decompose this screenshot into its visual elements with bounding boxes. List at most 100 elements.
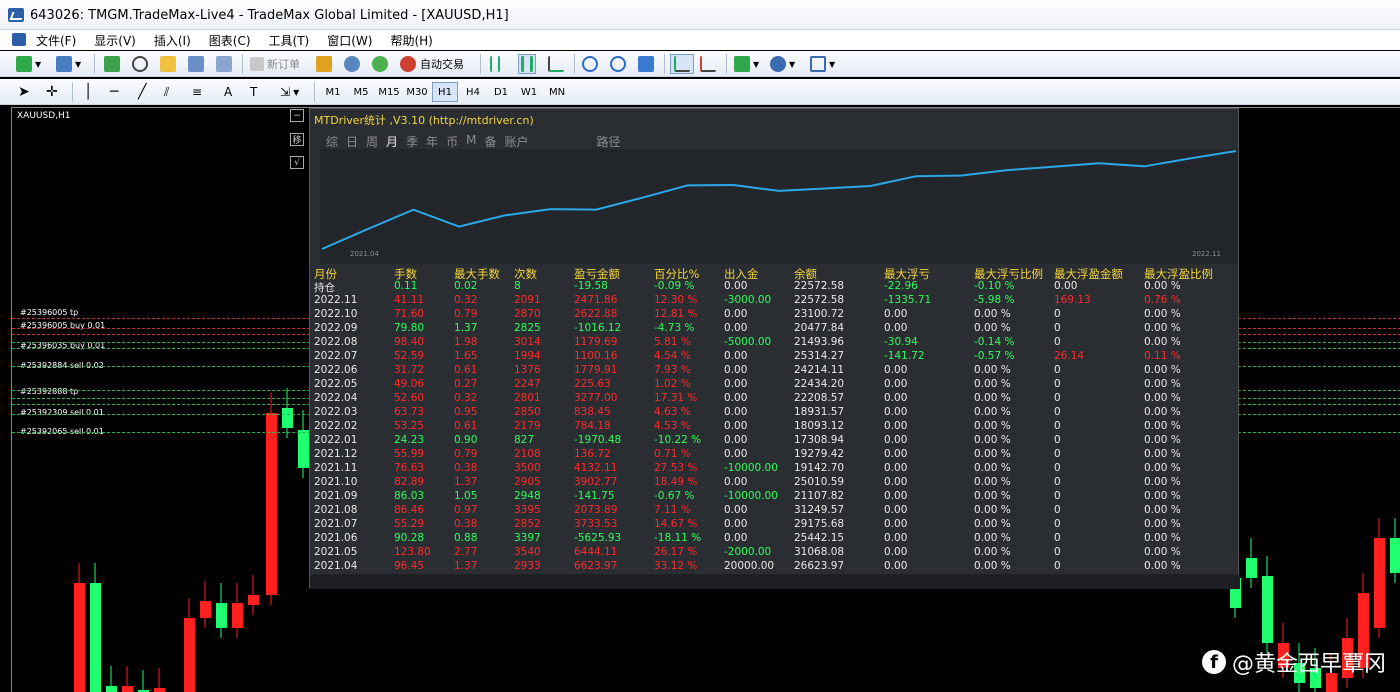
new-chart-button[interactable]: ▼ <box>16 54 41 74</box>
stats-tab[interactable]: 账户 <box>504 133 528 150</box>
timeframe-h1-button[interactable]: H1 <box>432 82 458 102</box>
menu-item[interactable]: 显示(V) <box>94 32 136 49</box>
timeframe-h4-button[interactable]: H4 <box>460 82 486 102</box>
vertical-line-icon: │ <box>84 84 93 100</box>
timeframe-m15-button[interactable]: M15 <box>376 82 402 102</box>
trendline-tool[interactable]: ╱ <box>138 82 146 102</box>
child-window-icon[interactable] <box>12 33 26 46</box>
menu-item[interactable]: 窗口(W) <box>327 32 372 49</box>
metaeditor-button[interactable] <box>316 54 332 74</box>
table-row: 2022.03 63.73 0.95 2850 838.45 4.63 % 0.00 1893… <box>314 406 1234 420</box>
cursor-tool[interactable]: ➤ <box>18 82 30 102</box>
table-cell: 0 <box>1054 322 1061 334</box>
stats-tab[interactable]: 季 <box>406 133 418 150</box>
table-cell: 2801 <box>514 392 541 404</box>
timeframe-m5-button[interactable]: M5 <box>348 82 374 102</box>
arrows-icon: ⇲ <box>280 85 291 99</box>
auto-trading-label: 自动交易 <box>420 58 464 71</box>
menu-item[interactable]: 工具(T) <box>269 32 310 49</box>
stats-tab[interactable]: 综 <box>326 133 338 150</box>
bar-chart-button[interactable] <box>490 54 500 74</box>
table-cell: 0.00 <box>724 476 748 488</box>
zoom-in-button[interactable] <box>582 54 598 74</box>
stats-tab[interactable]: 月 <box>386 133 398 150</box>
table-cell: 2022.10 <box>314 308 358 320</box>
timeframe-w1-button[interactable]: W1 <box>516 82 542 102</box>
table-cell: 0.00 <box>884 532 908 544</box>
timeframe-mn-button[interactable]: MN <box>544 82 570 102</box>
templates-button[interactable]: ▼ <box>810 54 835 74</box>
chart-shift-button[interactable] <box>700 54 716 74</box>
data-window-button[interactable] <box>132 54 148 74</box>
line-chart-button[interactable] <box>548 54 564 74</box>
tile-windows-button[interactable] <box>638 54 654 74</box>
community-button[interactable] <box>344 54 360 74</box>
stats-tab[interactable]: 备 <box>484 133 496 150</box>
stats-tab[interactable]: 周 <box>366 133 378 150</box>
candlestick-button[interactable] <box>518 54 536 74</box>
menu-item[interactable]: 帮助(H) <box>390 32 432 49</box>
stats-tab[interactable]: 路径 <box>597 133 621 150</box>
stats-tab[interactable]: M <box>466 133 476 150</box>
table-cell: 2022.09 <box>314 322 358 334</box>
line-chart-icon <box>548 56 564 72</box>
table-cell: 0.79 <box>454 448 478 460</box>
menu-item[interactable]: 图表(C) <box>209 32 251 49</box>
table-cell: 0.00 % <box>974 392 1011 404</box>
vertical-line-tool[interactable]: │ <box>84 82 92 102</box>
navigator-button[interactable] <box>160 54 176 74</box>
trade-label[interactable]: #25396005 tp <box>20 308 78 317</box>
trade-label[interactable]: #25392309 sell 0.01 <box>20 408 104 417</box>
auto-trading-button[interactable]: 自动交易 <box>400 54 464 74</box>
market-watch-button[interactable] <box>104 54 120 74</box>
timeframe-m1-button[interactable]: M1 <box>320 82 346 102</box>
menu-item[interactable]: 文件(F) <box>36 32 76 49</box>
timeframe-m30-button[interactable]: M30 <box>404 82 430 102</box>
periods-button[interactable]: ▼ <box>770 54 795 74</box>
table-cell: 0.79 <box>454 308 478 320</box>
crosshair-tool[interactable]: ✛ <box>46 82 58 102</box>
confirm-panel-button[interactable]: √ <box>290 156 304 169</box>
zoom-out-button[interactable] <box>610 54 626 74</box>
table-cell: 123.80 <box>394 546 431 558</box>
new-order-button[interactable]: 新订单 <box>250 54 300 74</box>
table-row: 2021.12 55.99 0.79 2108 136.72 0.71 % 0.00 1927… <box>314 448 1234 462</box>
timeframe-d1-button[interactable]: D1 <box>488 82 514 102</box>
table-cell: -0.67 % <box>654 490 695 502</box>
table-cell: 2022.11 <box>314 294 358 306</box>
table-cell: 98.40 <box>394 336 425 348</box>
table-cell: 1.65 <box>454 350 478 362</box>
horizontal-line-tool[interactable]: ─ <box>110 82 118 102</box>
arrows-tool[interactable]: ⇲ ▼ <box>280 82 299 102</box>
equidistant-channel-tool[interactable]: ⫽ <box>164 82 169 102</box>
text-label-tool[interactable]: T <box>250 82 257 102</box>
candle-body <box>90 583 101 692</box>
signals-button[interactable] <box>372 54 388 74</box>
text-tool[interactable]: A <box>224 82 232 102</box>
menu-item[interactable]: 插入(I) <box>154 32 191 49</box>
table-cell: 0.00 <box>884 378 908 390</box>
table-cell: -0.09 % <box>654 280 695 292</box>
stats-tab[interactable]: 日 <box>346 133 358 150</box>
fibonacci-tool[interactable]: ≡ <box>192 82 202 102</box>
table-cell: 2852 <box>514 518 541 530</box>
table-cell: 0.00 % <box>1144 532 1181 544</box>
terminal-button[interactable] <box>188 54 204 74</box>
autoscroll-button[interactable] <box>670 54 694 74</box>
indicators-button[interactable]: ▼ <box>734 54 759 74</box>
table-cell: 0 <box>1054 406 1061 418</box>
move-panel-button[interactable]: 移 <box>290 133 304 146</box>
zoom-out-icon <box>610 56 626 72</box>
trade-label[interactable]: #25392888 tp <box>20 387 78 396</box>
stats-tab[interactable]: 年 <box>426 133 438 150</box>
app-logo-icon <box>8 8 24 22</box>
table-cell: 2022.02 <box>314 420 358 432</box>
table-cell: 22208.57 <box>794 392 845 404</box>
table-cell: 3500 <box>514 462 541 474</box>
panel-footer <box>310 575 1240 589</box>
profiles-button[interactable]: ▼ <box>56 54 81 74</box>
table-cell: -3000.00 <box>724 294 772 306</box>
strategy-tester-button[interactable] <box>216 54 232 74</box>
stats-tab[interactable]: 币 <box>446 133 458 150</box>
minimize-panel-button[interactable]: − <box>290 109 304 122</box>
